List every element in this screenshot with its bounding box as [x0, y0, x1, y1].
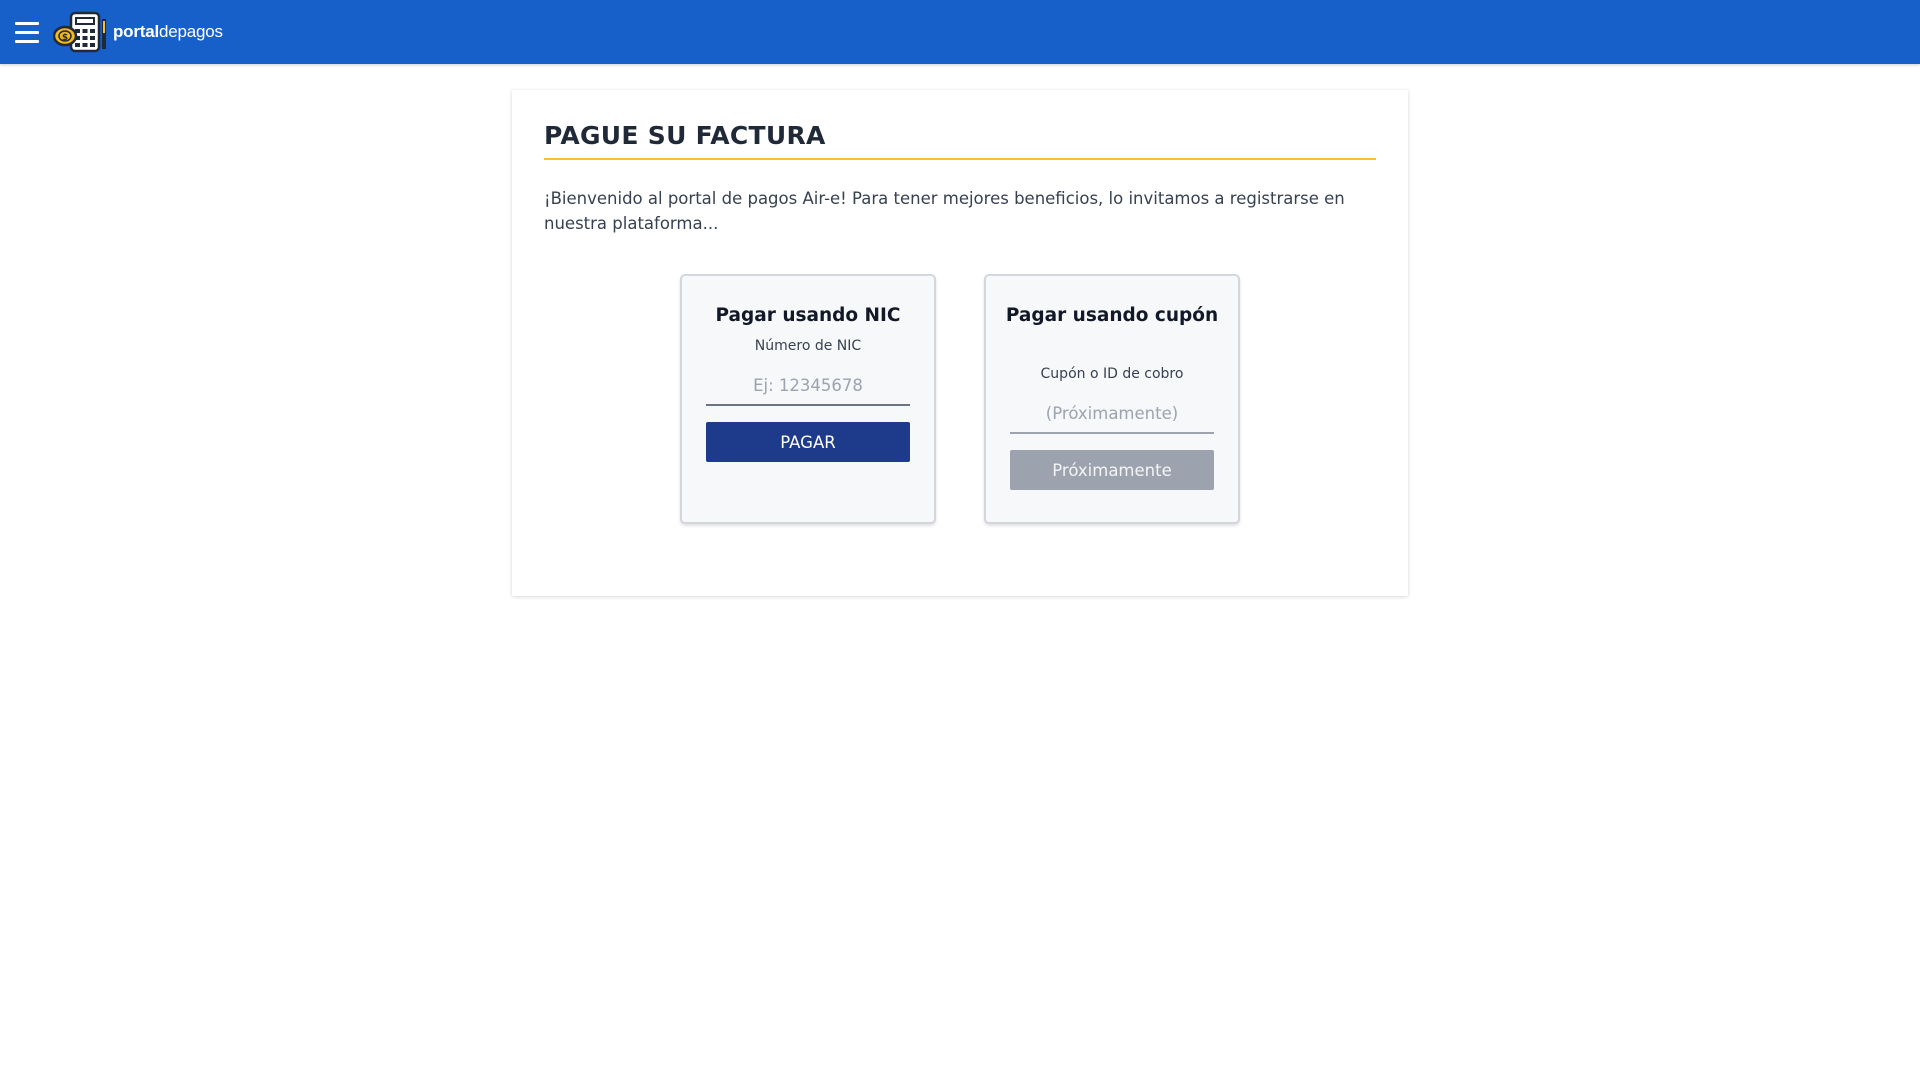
menu-line	[15, 21, 39, 25]
pay-by-coupon-title: Pagar usando cupón	[1005, 305, 1219, 326]
hamburger-menu-icon[interactable]	[15, 18, 43, 46]
coming-soon-button[interactable]: Próximamente	[1010, 450, 1214, 490]
pay-by-nic-card: Pagar usando NIC Número de NIC PAGAR	[680, 274, 936, 524]
payment-card: PAGUE SU FACTURA ¡Bienvenido al portal d…	[512, 90, 1408, 596]
logo-text-bold: portal	[113, 22, 160, 41]
logo-text: portaldepagos	[113, 22, 223, 42]
welcome-message: ¡Bienvenido al portal de pagos Air-e! Pa…	[544, 189, 1345, 233]
page-title: PAGUE SU FACTURA	[544, 121, 826, 150]
title-underline	[544, 158, 1376, 160]
svg-text:$: $	[62, 33, 68, 43]
menu-line	[15, 30, 39, 34]
pay-by-nic-title: Pagar usando NIC	[715, 305, 901, 326]
logo-text-light: depagos	[159, 22, 223, 41]
pay-button[interactable]: PAGAR	[706, 422, 910, 462]
coupon-field-label: Cupón o ID de cobro	[1040, 366, 1184, 382]
coupon-input[interactable]	[1010, 394, 1214, 434]
pay-by-coupon-card: Pagar usando cupón Cupón o ID de cobro P…	[984, 274, 1240, 524]
menu-line	[15, 39, 39, 43]
portal-logo[interactable]: $ portaldepagos	[53, 10, 223, 54]
calculator-coin-icon: $	[53, 11, 106, 53]
top-bar: $ portaldepagos	[0, 0, 1920, 64]
nic-field-label: Número de NIC	[754, 338, 862, 354]
nic-input[interactable]	[706, 366, 910, 406]
